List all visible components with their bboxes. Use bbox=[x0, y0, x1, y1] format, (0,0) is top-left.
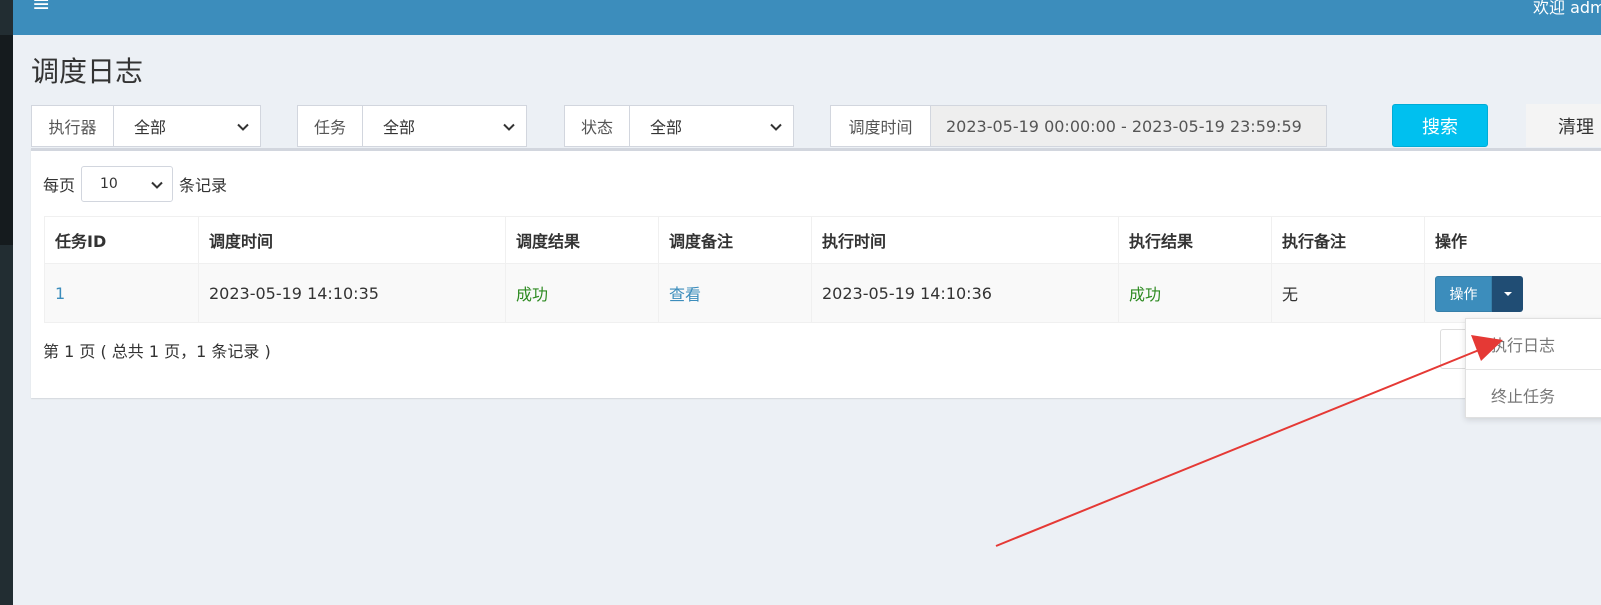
col-header-handle-time[interactable]: 执行时间 bbox=[811, 216, 1119, 264]
chevron-down-icon bbox=[237, 123, 249, 131]
left-sidebar-strip bbox=[0, 0, 13, 605]
perpage-select[interactable]: 10 bbox=[81, 166, 174, 202]
top-navbar: ≡ 欢迎 admin bbox=[13, 0, 1601, 35]
view-note-link[interactable]: 查看 bbox=[669, 285, 701, 304]
col-header-handle-note[interactable]: 执行备注 bbox=[1271, 216, 1425, 264]
perpage-suffix: 条记录 bbox=[179, 176, 228, 195]
caret-down-icon bbox=[1503, 292, 1512, 296]
task-filter-label: 任务 bbox=[298, 106, 363, 146]
handle-time-cell: 2023-05-19 14:10:36 bbox=[811, 263, 1119, 323]
handle-note-cell: 无 bbox=[1271, 263, 1425, 323]
col-header-actions: 操作 bbox=[1424, 216, 1601, 264]
hamburger-icon[interactable]: ≡ bbox=[32, 0, 50, 16]
col-header-trigger-time[interactable]: 调度时间 bbox=[198, 216, 506, 264]
actions-dropdown-toggle[interactable] bbox=[1492, 276, 1523, 312]
time-filter-label: 调度时间 bbox=[831, 106, 931, 146]
perpage-control: 每页 10 条记录 bbox=[43, 166, 227, 202]
col-header-trigger-result[interactable]: 调度结果 bbox=[505, 216, 659, 264]
status-filter-label: 状态 bbox=[565, 106, 630, 146]
col-header-trigger-note[interactable]: 调度备注 bbox=[658, 216, 812, 264]
trigger-time-cell: 2023-05-19 14:10:35 bbox=[198, 263, 506, 323]
task-id-link[interactable]: 1 bbox=[55, 284, 65, 303]
actions-button-group: 操作 bbox=[1435, 276, 1523, 312]
executor-select[interactable]: 全部 bbox=[114, 106, 260, 146]
handle-result-status: 成功 bbox=[1129, 285, 1162, 304]
status-filter: 状态 全部 bbox=[564, 105, 794, 147]
chevron-down-icon bbox=[503, 123, 515, 131]
executor-filter-label: 执行器 bbox=[32, 106, 114, 146]
log-table-box: 每页 10 条记录 任务ID 调度时间 调度结果 调度备注 执行时间 执行结果 … bbox=[31, 148, 1601, 398]
pagination-info: 第 1 页 ( 总共 1 页，1 条记录 ) bbox=[43, 342, 271, 361]
welcome-text[interactable]: 欢迎 admin bbox=[1533, 0, 1601, 18]
task-select-value: 全部 bbox=[383, 118, 416, 137]
time-range-input[interactable]: 2023-05-19 00:00:00 - 2023-05-19 23:59:5… bbox=[931, 106, 1326, 146]
chevron-down-icon bbox=[770, 123, 782, 131]
table-header-row: 任务ID 调度时间 调度结果 调度备注 执行时间 执行结果 执行备注 操作 bbox=[44, 216, 1601, 264]
executor-filter: 执行器 全部 bbox=[31, 105, 261, 147]
sidebar-dark-block bbox=[0, 35, 13, 245]
clear-button[interactable]: 清理 bbox=[1526, 104, 1601, 147]
col-header-handle-result[interactable]: 执行结果 bbox=[1118, 216, 1272, 264]
executor-select-value: 全部 bbox=[134, 118, 167, 137]
task-select[interactable]: 全部 bbox=[363, 106, 526, 146]
dropdown-item-execution-log[interactable]: 执行日志 bbox=[1466, 319, 1601, 369]
chevron-down-icon bbox=[151, 181, 163, 189]
time-filter: 调度时间 2023-05-19 00:00:00 - 2023-05-19 23… bbox=[830, 105, 1327, 147]
table-row: 1 2023-05-19 14:10:35 成功 查看 2023-05-19 1… bbox=[44, 263, 1601, 323]
task-filter: 任务 全部 bbox=[297, 105, 527, 147]
actions-dropdown-menu: 执行日志 终止任务 bbox=[1465, 318, 1601, 418]
log-table: 任务ID 调度时间 调度结果 调度备注 执行时间 执行结果 执行备注 操作 1 … bbox=[44, 216, 1601, 323]
perpage-value: 10 bbox=[100, 176, 118, 192]
page-title: 调度日志 bbox=[31, 55, 144, 88]
dropdown-item-stop-task[interactable]: 终止任务 bbox=[1466, 370, 1601, 420]
trigger-result-status: 成功 bbox=[516, 285, 549, 304]
actions-button[interactable]: 操作 bbox=[1435, 276, 1492, 312]
status-select-value: 全部 bbox=[650, 118, 683, 137]
status-select[interactable]: 全部 bbox=[630, 106, 793, 146]
col-header-task-id[interactable]: 任务ID bbox=[44, 216, 199, 264]
perpage-prefix: 每页 bbox=[43, 176, 76, 195]
search-button[interactable]: 搜索 bbox=[1392, 104, 1488, 147]
